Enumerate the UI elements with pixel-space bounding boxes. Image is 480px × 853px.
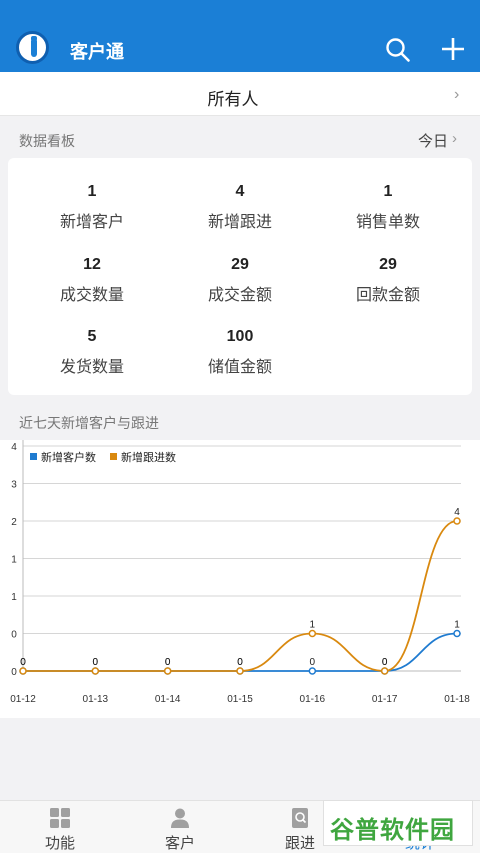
stats-card: 1 新增客户 4 新增跟进 1 销售单数 12 成交数量 29 成交金额 29 … [8, 158, 472, 395]
x-tick-label: 01-18 [444, 694, 470, 705]
data-point [453, 517, 461, 525]
y-tick-label: 0 [11, 667, 17, 678]
dashboard-section-label: 数据看板 [19, 133, 75, 149]
legend-swatch [30, 453, 37, 460]
trend-chart-panel: 0 0 1 1 2 3 4 01-12 01-13 01-14 01-15 01-16 01-17 01-… [0, 438, 480, 718]
stat-label-new-customers: 新增客户 [59, 214, 124, 231]
y-tick-label: 1 [11, 592, 17, 603]
data-label: 0 [382, 657, 388, 668]
data-label: 0 [20, 657, 26, 668]
data-label: 0 [165, 657, 171, 668]
app-logo-icon [16, 31, 49, 64]
stat-label-payment-amount: 回款金额 [355, 287, 420, 304]
legend-swatch [110, 453, 117, 460]
data-point [19, 667, 27, 675]
data-point [453, 629, 461, 638]
chevron-right-icon[interactable]: › [452, 130, 457, 147]
x-tick-label: 01-16 [300, 694, 326, 705]
legend-label: 新增跟进数 [121, 450, 176, 464]
y-tick-label: 2 [11, 517, 17, 528]
data-label: 0 [237, 657, 243, 668]
data-label: 0 [93, 657, 99, 668]
stat-label-shipment-count: 发货数量 [59, 359, 124, 376]
app-header: 客户通 [0, 0, 480, 72]
stat-label-deal-amount: 成交金额 [207, 287, 272, 304]
x-tick-label: 01-17 [372, 694, 398, 705]
stat-value-payment-amount: 29 [379, 256, 397, 273]
x-tick-label: 01-15 [227, 694, 253, 705]
owner-filter-label: 所有人 [207, 90, 259, 109]
data-label: 4 [454, 507, 460, 518]
stat-label-stored-value: 储值金额 [207, 359, 272, 376]
plus-icon[interactable] [440, 36, 466, 62]
legend-label: 新增客户数 [41, 450, 96, 464]
stat-value-new-customers: 1 [87, 183, 97, 200]
stat-label-sales-orders: 销售单数 [355, 214, 420, 231]
data-label: 1 [454, 620, 460, 631]
grid-icon [50, 808, 70, 828]
tab-customers[interactable]: 客户 [120, 801, 240, 853]
search-icon[interactable] [384, 36, 412, 64]
watermark-text: 谷普软件园 [330, 817, 455, 844]
data-point [308, 629, 317, 638]
notebook-icon [292, 808, 308, 828]
tab-label: 功能 [44, 835, 75, 852]
trend-chart: 001123401-12 01-13 01-14 01-15 01-16 01-17 01-… [10, 438, 470, 705]
chart-section-label: 近七天新增客户与跟进 [19, 415, 159, 431]
stat-value-new-followups: 4 [235, 183, 245, 200]
tab-functions[interactable]: 功能 [0, 801, 120, 853]
period-selector[interactable]: 今日 [418, 130, 448, 151]
data-point [91, 667, 100, 675]
stat-label-new-followups: 新增跟进 [207, 214, 272, 231]
data-label: 1 [310, 620, 316, 631]
y-tick-label: 0 [11, 630, 17, 641]
data-point [163, 667, 172, 675]
owner-filter-row[interactable]: 所有人 › [0, 72, 480, 116]
y-tick-label: 4 [11, 442, 17, 453]
data-point [380, 667, 389, 675]
stat-value-sales-orders: 1 [383, 183, 393, 200]
watermark-logo: 谷普软件园 [323, 800, 473, 846]
stat-value-deal-count: 12 [83, 256, 101, 273]
y-tick-label: 3 [11, 480, 17, 491]
stat-value-shipment-count: 5 [87, 328, 97, 345]
data-point [236, 667, 244, 675]
stat-value-deal-amount: 29 [231, 256, 249, 273]
y-tick-label: 1 [11, 555, 17, 566]
stat-label-deal-count: 成交数量 [59, 287, 124, 304]
tab-label: 客户 [164, 835, 195, 852]
chevron-right-icon: › [454, 86, 460, 103]
data-point [308, 667, 317, 675]
x-tick-label: 01-13 [83, 694, 109, 705]
app-title: 客户通 [70, 42, 124, 62]
stat-value-stored-value: 100 [226, 328, 254, 345]
x-tick-label: 01-14 [155, 694, 181, 705]
x-tick-label: 01-12 [10, 694, 36, 705]
person-icon [171, 808, 189, 828]
data-label: 0 [310, 657, 316, 668]
